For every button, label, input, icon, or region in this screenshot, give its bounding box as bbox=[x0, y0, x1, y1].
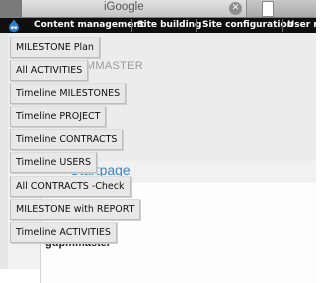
browser-tab-bar: iGoogle ✕ bbox=[0, 0, 316, 18]
menu-item-timeline-contracts[interactable]: Timeline CONTRACTS bbox=[10, 129, 124, 150]
toolbar-divider bbox=[282, 19, 283, 32]
browser-tab[interactable]: iGoogle ✕ bbox=[0, 0, 247, 17]
menu-item-all-activities[interactable]: All ACTIVITIES bbox=[10, 60, 89, 81]
toolbar-item-user-management[interactable]: User m bbox=[287, 18, 320, 33]
menu-item-timeline-project[interactable]: Timeline PROJECT bbox=[10, 106, 107, 127]
toolbar-divider bbox=[131, 19, 132, 32]
menu-item-timeline-milestones[interactable]: Timeline MILESTONES bbox=[10, 83, 127, 104]
toolbar-divider bbox=[196, 19, 197, 32]
admin-toolbar: Content management Site building Site co… bbox=[0, 18, 320, 33]
menu-item-all-contracts-check[interactable]: All CONTRACTS -Check bbox=[10, 176, 131, 197]
sidebar-edge bbox=[0, 33, 8, 269]
menu-item-timeline-activities[interactable]: Timeline ACTIVITIES bbox=[10, 222, 117, 243]
toolbar-item-content-management[interactable]: Content management bbox=[34, 18, 144, 33]
previous-tab-stub[interactable] bbox=[0, 0, 22, 17]
menu-item-milestone-plan[interactable]: MILESTONE Plan bbox=[10, 37, 100, 58]
menu-item-timeline-users[interactable]: Timeline USERS bbox=[10, 152, 98, 173]
tab-title: iGoogle bbox=[104, 1, 144, 13]
close-icon[interactable]: ✕ bbox=[229, 2, 242, 15]
toolbar-item-site-building[interactable]: Site building bbox=[137, 18, 202, 33]
toolbar-item-site-configuration[interactable]: Site configuration bbox=[202, 18, 293, 33]
menu-item-milestone-with-report[interactable]: MILESTONE with REPORT bbox=[10, 199, 141, 220]
drupal-logo-icon[interactable] bbox=[8, 19, 20, 32]
new-tab-icon[interactable] bbox=[262, 1, 274, 17]
